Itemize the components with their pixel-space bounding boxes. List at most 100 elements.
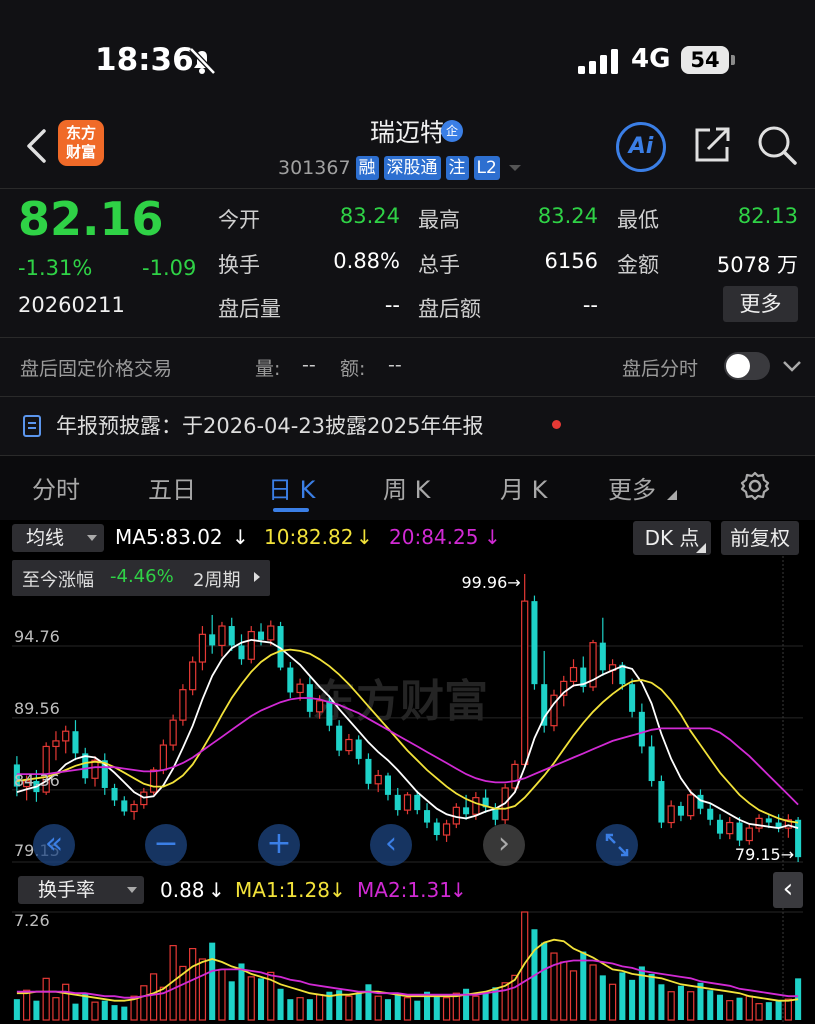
turnover-bar-43 <box>433 996 440 1020</box>
scroll-left-icon[interactable]: ‹ <box>370 824 412 866</box>
turnover-bar-65 <box>648 973 655 1020</box>
turnover-bar-13 <box>140 985 148 1021</box>
candle-body-40 <box>403 794 412 811</box>
candle-body-19 <box>198 633 207 663</box>
range-info-period: 2周期 <box>193 570 241 591</box>
candle-body-4 <box>52 740 60 748</box>
candle-body-43 <box>433 822 440 836</box>
tag-connect: 深股通 <box>383 156 441 180</box>
collapse-panel-icon[interactable]: ‹ <box>773 872 803 908</box>
candle-body-46 <box>463 807 470 815</box>
turnover-bar-74 <box>736 997 743 1020</box>
turnover-ma2-legend: MA2:1.31 <box>357 878 452 902</box>
tab-weekly-k[interactable]: 周 K <box>383 470 430 505</box>
current-price: 82.16 <box>18 192 164 246</box>
low-value: 82.13 <box>737 204 798 228</box>
candle-body-74 <box>736 822 743 841</box>
turnover-bar-34 <box>345 995 353 1021</box>
turnover-bar-20 <box>209 942 216 1020</box>
turnover-bar-group <box>13 911 802 1021</box>
turnover-bar-6 <box>72 1003 79 1020</box>
amount-label: 金额 <box>617 253 659 277</box>
chevron-down-icon[interactable] <box>781 358 803 374</box>
after-hours-vol-value: -- <box>302 354 316 376</box>
battery-level: 54 <box>681 46 729 74</box>
turnover-bar-48 <box>482 991 489 1020</box>
turnover-bar-18 <box>189 947 197 1021</box>
ma5-legend: MA5:83.02 <box>115 525 223 549</box>
kline-tick-label-1: 89.56 <box>14 699 60 718</box>
turnover-bar-67 <box>667 991 675 1021</box>
range-info-value: -4.46% <box>110 566 174 587</box>
turnover-bar-21 <box>218 968 226 1021</box>
candle-body-14 <box>149 769 158 793</box>
candle-body-15 <box>159 744 167 771</box>
turnover-bar-60 <box>599 975 606 1020</box>
turnover-bar-22 <box>228 981 235 1020</box>
candlestick-chart[interactable]: 东方财富 94.7689.5684.3679.1599.96→79.15→ <box>0 556 815 872</box>
candle-body-12 <box>130 803 138 813</box>
candle-body-31 <box>315 700 324 713</box>
candle-body-76 <box>755 817 763 829</box>
candle-body-6 <box>72 731 79 754</box>
settings-gear-icon[interactable] <box>739 470 771 502</box>
turnover-value: 0.88% <box>333 249 400 273</box>
candle-body-16 <box>169 719 177 746</box>
share-icon[interactable] <box>692 124 734 166</box>
turnover-bar-71 <box>707 990 714 1020</box>
ma5-down-arrow-icon: ↓ <box>232 525 249 549</box>
turnover-bar-66 <box>658 984 665 1020</box>
turnover-bar-19 <box>198 958 207 1021</box>
tab-more[interactable]: 更多 <box>608 470 656 505</box>
scroll-right-icon[interactable]: › <box>483 824 525 866</box>
fullscreen-icon[interactable] <box>596 824 638 866</box>
tab-monthly-k[interactable]: 月 K <box>500 470 547 505</box>
turnover-bar-40 <box>403 997 412 1021</box>
zoom-in-icon[interactable]: + <box>258 824 300 866</box>
search-icon[interactable] <box>756 124 798 166</box>
ai-assistant-button[interactable]: Ai <box>616 122 666 172</box>
after-hours-amt-value: -- <box>388 354 402 376</box>
turnover-bar-29 <box>296 997 304 1021</box>
turnover-bar-45 <box>452 992 460 1021</box>
tab-five-day[interactable]: 五日 <box>148 470 196 505</box>
turnover-bar-36 <box>365 984 372 1020</box>
bell-muted-icon <box>189 47 216 75</box>
zoom-out-icon[interactable]: − <box>145 824 187 866</box>
turnover-ma1-legend: MA1:1.28 <box>235 878 330 902</box>
turnover-bar-8 <box>91 1001 99 1021</box>
candle-body-52 <box>521 600 529 766</box>
scroll-left-fast-icon[interactable]: « <box>33 824 75 866</box>
turnover-bar-27 <box>277 988 284 1020</box>
expand-arrows-icon <box>605 833 629 857</box>
after-amount-value: -- <box>582 293 598 317</box>
candle-body-34 <box>345 738 353 752</box>
candle-body-73 <box>726 821 734 835</box>
candle-body-64 <box>638 711 645 747</box>
candle-body-21 <box>218 625 226 647</box>
adjust-mode-button[interactable]: 前复权 <box>721 521 799 555</box>
toggle-knob <box>726 354 750 378</box>
ma-indicator-label: 均线 <box>26 527 65 549</box>
dropdown-icon <box>127 887 137 893</box>
turnover-bar-78 <box>775 1000 782 1020</box>
turnover-bar-23 <box>238 963 245 1020</box>
turnover-bar-41 <box>414 1000 421 1020</box>
candle-body-72 <box>716 819 724 834</box>
turnover-down-arrow-icon: ↓ <box>208 878 225 902</box>
more-quote-button[interactable]: 更多 <box>723 286 798 322</box>
candle-body-68 <box>677 805 684 816</box>
candle-body-39 <box>394 794 401 811</box>
candle-body-35 <box>355 739 362 759</box>
turnover-bar-59 <box>589 964 597 1021</box>
tab-daily-k[interactable]: 日 K <box>268 470 315 505</box>
tab-intraday[interactable]: 分时 <box>32 470 80 505</box>
range-info-label: 至今涨幅 <box>22 570 94 591</box>
turnover-bar-31 <box>315 994 324 1021</box>
high-value: 83.24 <box>537 204 598 228</box>
enterprise-badge: 企 <box>441 120 463 142</box>
turnover-bar-79 <box>784 998 792 1021</box>
candle-body-38 <box>384 775 391 795</box>
turnover-chart[interactable]: 7.26 <box>0 908 815 1024</box>
chevron-down-icon[interactable] <box>506 161 526 175</box>
